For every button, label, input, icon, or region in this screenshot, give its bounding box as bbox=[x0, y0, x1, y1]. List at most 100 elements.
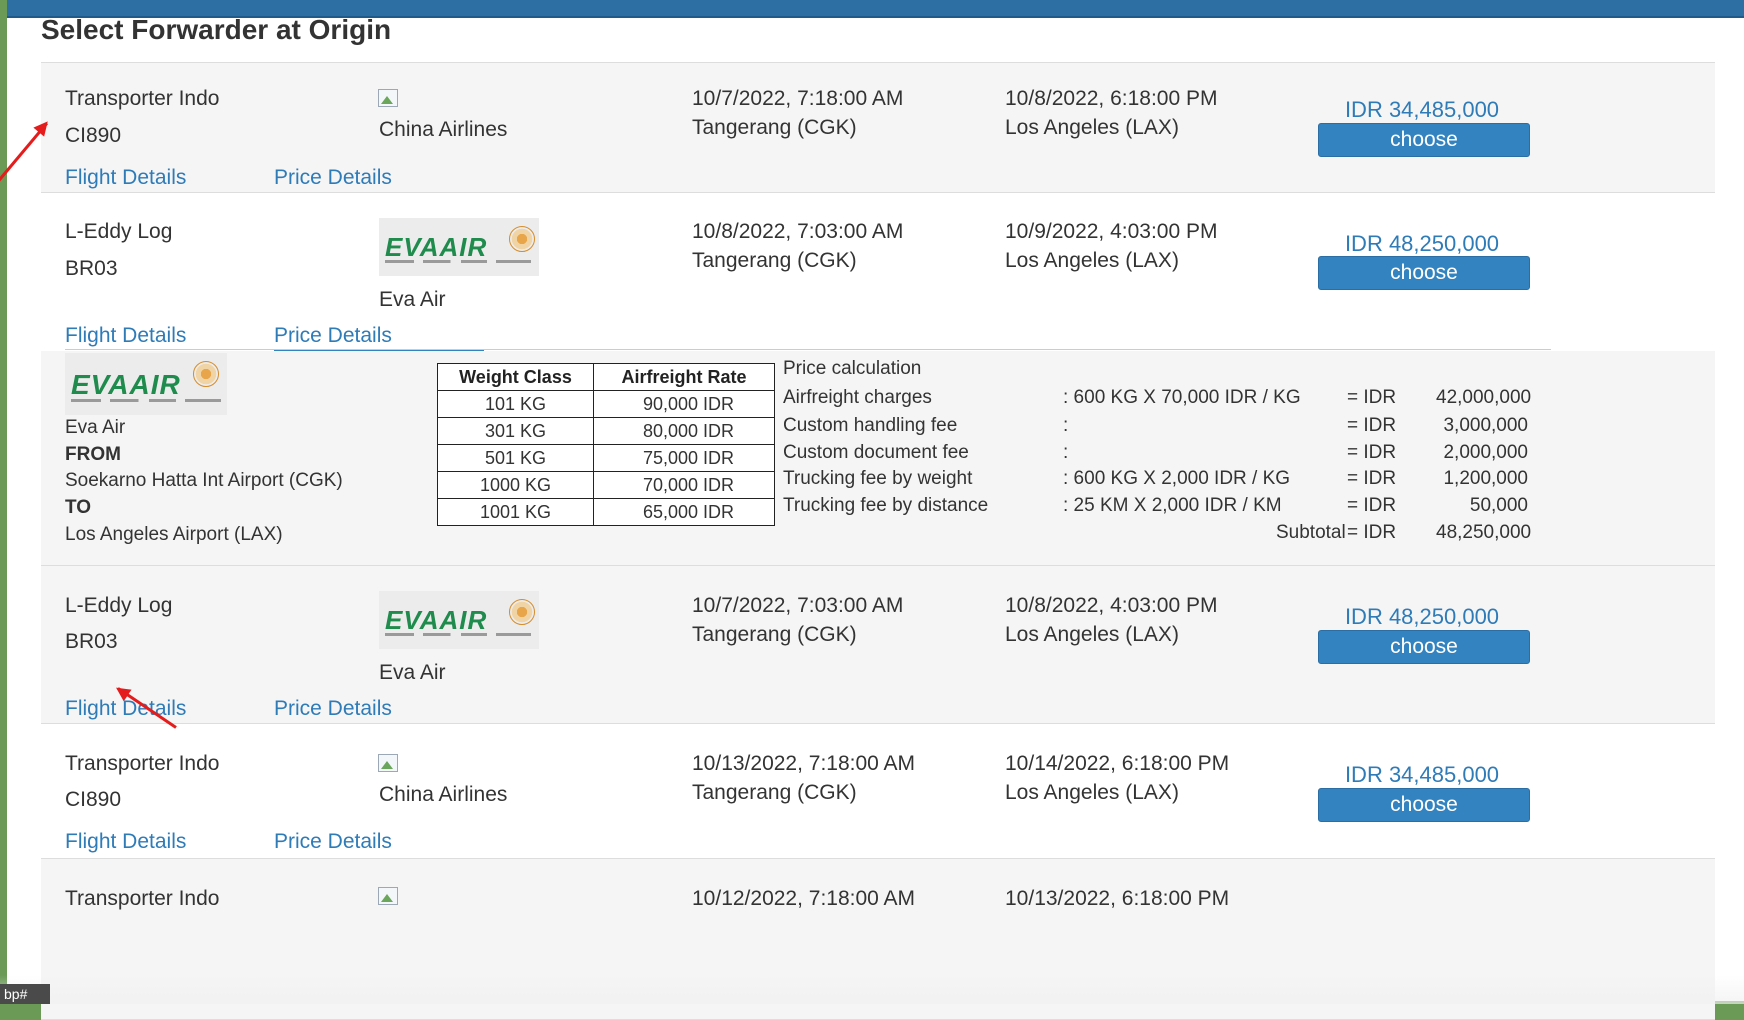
calc-detail: : bbox=[1063, 442, 1069, 463]
flight-code: BR03 bbox=[65, 257, 118, 280]
calc-eq: = IDR bbox=[1347, 442, 1397, 463]
departure-datetime: 10/7/2022, 7:18:00 AM bbox=[692, 87, 904, 110]
arrival-datetime: 10/9/2022, 4:03:00 PM bbox=[1005, 220, 1218, 243]
eva-logo-text: EVAAIR bbox=[385, 232, 488, 262]
offer-card: Transporter Indo CI890 China Airlines 10… bbox=[41, 63, 1715, 193]
departure-place: Tangerang (CGK) bbox=[692, 116, 857, 139]
eva-emblem-icon bbox=[509, 599, 535, 625]
departure-datetime: 10/13/2022, 7:18:00 AM bbox=[692, 752, 916, 775]
broken-image-icon bbox=[378, 885, 398, 905]
departure-place: Tangerang (CGK) bbox=[692, 781, 857, 804]
price-details-link[interactable]: Price Details bbox=[274, 166, 392, 190]
table-row: 1000 KG 70,000 IDR bbox=[437, 471, 775, 499]
flight-details-link[interactable]: Flight Details bbox=[65, 166, 186, 190]
calc-label: Airfreight charges bbox=[783, 387, 932, 408]
calc-label: Trucking fee by distance bbox=[783, 495, 989, 516]
app-window: Select Forwarder at Origin Transporter I… bbox=[7, 0, 1744, 1020]
offer-price: IDR 34,485,000 bbox=[1344, 97, 1500, 122]
calc-detail: : 600 KG X 70,000 IDR / KG bbox=[1063, 387, 1301, 408]
eva-air-logo: EVAAIR bbox=[65, 353, 227, 415]
calc-label: Custom document fee bbox=[783, 442, 969, 463]
subtotal-eq: = IDR bbox=[1347, 522, 1397, 543]
subtotal-label: Subtotal bbox=[1276, 522, 1346, 543]
calc-detail: : bbox=[1063, 415, 1069, 436]
from-label: FROM bbox=[65, 444, 121, 465]
offer-price: IDR 34,485,000 bbox=[1344, 762, 1500, 787]
flight-code: CI890 bbox=[65, 124, 122, 147]
price-details-panel: EVAAIR Eva Air FROM Soekarno Hatta Int A… bbox=[41, 351, 1715, 565]
table-row: 301 KG 80,000 IDR bbox=[437, 417, 775, 445]
price-details-link[interactable]: Price Details bbox=[274, 697, 392, 721]
airline-name: Eva Air bbox=[379, 288, 446, 311]
to-airport: Los Angeles Airport (LAX) bbox=[65, 524, 283, 545]
arrival-datetime: 10/8/2022, 4:03:00 PM bbox=[1005, 594, 1218, 617]
price-details-tab[interactable]: Price Details bbox=[274, 324, 392, 348]
calc-amount: 2,000,000 bbox=[1443, 442, 1528, 463]
page-title: Select Forwarder at Origin bbox=[41, 14, 392, 45]
offer-card: Transporter Indo CI890 China Airlines 10… bbox=[41, 724, 1715, 859]
calc-label: Custom handling fee bbox=[783, 415, 958, 436]
arrival-datetime: 10/8/2022, 6:18:00 PM bbox=[1005, 87, 1218, 110]
weight-cell: 501 KG bbox=[437, 444, 594, 472]
choose-button[interactable]: choose bbox=[1318, 256, 1530, 290]
flight-details-link[interactable]: Flight Details bbox=[65, 830, 186, 854]
departure-datetime: 10/8/2022, 7:03:00 AM bbox=[692, 220, 904, 243]
eva-logo-text: EVAAIR bbox=[71, 369, 181, 400]
departure-datetime: 10/7/2022, 7:03:00 AM bbox=[692, 594, 904, 617]
choose-button[interactable]: choose bbox=[1318, 788, 1530, 822]
offer-card: L-Eddy Log BR03 EVAAIR Eva Air 10/7/2022… bbox=[41, 566, 1715, 724]
arrival-place: Los Angeles (LAX) bbox=[1005, 116, 1179, 139]
offers-list: Transporter Indo CI890 China Airlines 10… bbox=[41, 62, 1715, 1020]
calc-eq: = IDR bbox=[1347, 415, 1397, 436]
arrival-place: Los Angeles (LAX) bbox=[1005, 623, 1179, 646]
weight-cell: 101 KG bbox=[437, 390, 594, 418]
offer-card: L-Eddy Log BR03 EVAAIR Eva Air 10/8/2022… bbox=[41, 193, 1715, 566]
price-details-link[interactable]: Price Details bbox=[274, 830, 392, 854]
weight-cell: 1001 KG bbox=[437, 498, 594, 526]
offer-price: IDR 48,250,000 bbox=[1344, 231, 1500, 256]
forwarder-name: L-Eddy Log bbox=[65, 220, 173, 243]
choose-button[interactable]: choose bbox=[1318, 123, 1530, 157]
eva-logo-text: EVAAIR bbox=[385, 605, 488, 635]
calc-eq: = IDR bbox=[1347, 495, 1397, 516]
weight-cell: 301 KG bbox=[437, 417, 594, 445]
table-row: 1001 KG 65,000 IDR bbox=[437, 498, 775, 526]
flight-details-link[interactable]: Flight Details bbox=[65, 697, 186, 721]
rate-cell: 70,000 IDR bbox=[593, 471, 775, 499]
arrival-place: Los Angeles (LAX) bbox=[1005, 249, 1179, 272]
flight-code: BR03 bbox=[65, 630, 118, 653]
arrival-datetime: 10/13/2022, 6:18:00 PM bbox=[1005, 887, 1230, 910]
eva-emblem-icon bbox=[509, 226, 535, 252]
calc-detail: : 600 KG X 2,000 IDR / KG bbox=[1063, 468, 1291, 489]
subtotal-amount: 48,250,000 bbox=[1436, 522, 1532, 543]
airline-name: Eva Air bbox=[379, 661, 446, 684]
offer-card: Transporter Indo 10/12/2022, 7:18:00 AM … bbox=[41, 859, 1715, 1020]
departure-place: Tangerang (CGK) bbox=[692, 249, 857, 272]
rate-cell: 80,000 IDR bbox=[593, 417, 775, 445]
calc-detail: : 25 KM X 2,000 IDR / KM bbox=[1063, 495, 1282, 516]
calc-label: Trucking fee by weight bbox=[783, 468, 973, 489]
arrival-place: Los Angeles (LAX) bbox=[1005, 781, 1179, 804]
table-row: 101 KG 90,000 IDR bbox=[437, 390, 775, 418]
eva-air-logo: EVAAIR bbox=[379, 218, 539, 276]
price-calculation-title: Price calculation bbox=[783, 358, 922, 379]
flight-details-link[interactable]: Flight Details bbox=[65, 324, 186, 348]
calc-amount: 42,000,000 bbox=[1436, 387, 1532, 408]
departure-datetime: 10/12/2022, 7:18:00 AM bbox=[692, 887, 916, 910]
rate-cell: 90,000 IDR bbox=[593, 390, 775, 418]
forwarder-name: Transporter Indo bbox=[65, 887, 220, 910]
rate-table-header: Weight Class Airfreight Rate bbox=[437, 363, 775, 391]
eva-air-logo: EVAAIR bbox=[379, 591, 539, 649]
table-row: 501 KG 75,000 IDR bbox=[437, 444, 775, 472]
rate-table: Weight Class Airfreight Rate 101 KG 90,00… bbox=[437, 363, 775, 526]
rate-cell: 65,000 IDR bbox=[593, 498, 775, 526]
calc-amount: 50,000 bbox=[1469, 495, 1528, 516]
choose-button[interactable]: choose bbox=[1318, 630, 1530, 664]
departure-place: Tangerang (CGK) bbox=[692, 623, 857, 646]
forwarder-name: Transporter Indo bbox=[65, 87, 220, 110]
tabs-divider bbox=[65, 349, 1551, 350]
arrival-datetime: 10/14/2022, 6:18:00 PM bbox=[1005, 752, 1230, 775]
calc-eq: = IDR bbox=[1347, 387, 1397, 408]
status-badge: bp# bbox=[0, 984, 50, 1004]
forwarder-name: L-Eddy Log bbox=[65, 594, 173, 617]
